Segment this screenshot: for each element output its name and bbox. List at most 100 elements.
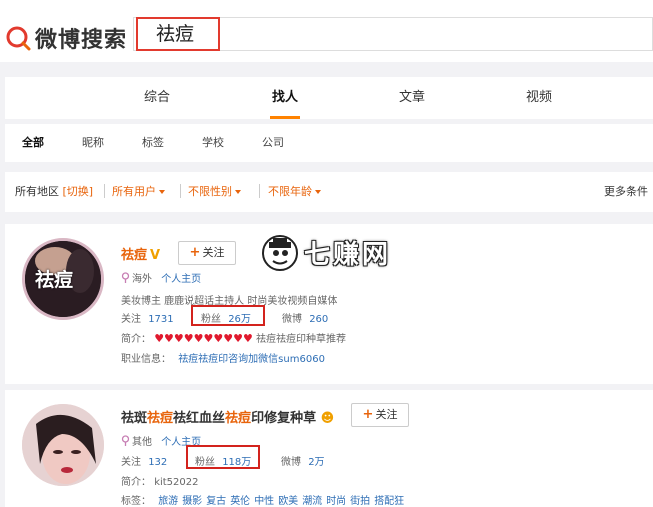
subtab-company[interactable]: 公司 bbox=[262, 124, 284, 162]
tag-link[interactable]: 潮流 bbox=[302, 496, 322, 507]
user-name-part: 印修复种草 bbox=[251, 411, 317, 426]
weibo-count[interactable]: 微博 260 bbox=[282, 310, 328, 325]
active-tab-indicator bbox=[270, 116, 300, 119]
follow-button[interactable]: + 关注 bbox=[178, 241, 236, 265]
result-type-tabs bbox=[5, 77, 653, 119]
fans-count[interactable]: 粉丝 26万 bbox=[201, 310, 251, 325]
weibo-search-logo[interactable]: 微博搜索 bbox=[5, 22, 127, 54]
intro-label: 简介： bbox=[121, 334, 151, 345]
weibo-count-value: 2万 bbox=[308, 457, 325, 468]
tag-link[interactable]: 摄影 bbox=[182, 496, 202, 507]
homepage-link[interactable]: 个人主页 bbox=[161, 274, 201, 285]
tab-people[interactable]: 找人 bbox=[272, 77, 298, 119]
logo-text: 微博搜索 bbox=[35, 28, 128, 53]
location-pin-icon bbox=[121, 435, 130, 446]
region-filter: 所有地区 [切换] bbox=[15, 172, 93, 212]
weibo-count-value: 260 bbox=[309, 314, 329, 325]
caret-down-icon bbox=[315, 190, 321, 194]
subtab-school[interactable]: 学校 bbox=[202, 124, 224, 162]
job-text: 祛痘祛痘印咨询加微信sum6060 bbox=[178, 354, 325, 365]
follow-count[interactable]: 关注 1731 bbox=[121, 310, 174, 325]
follow-button-label: 关注 bbox=[202, 246, 225, 259]
user-name-text: 祛痘 bbox=[121, 248, 148, 263]
region-switch-link[interactable]: [切换] bbox=[63, 185, 94, 198]
tags-label: 标签： bbox=[121, 496, 151, 507]
plus-icon: + bbox=[362, 407, 374, 422]
intro-text: 祛痘祛痘印种草推荐 bbox=[256, 334, 346, 345]
divider bbox=[259, 184, 260, 198]
intro-label: 简介： bbox=[121, 477, 151, 488]
subtab-all[interactable]: 全部 bbox=[22, 124, 44, 162]
follow-count-label: 关注 bbox=[121, 314, 141, 325]
subtab-tag[interactable]: 标签 bbox=[142, 124, 164, 162]
caret-down-icon bbox=[235, 190, 241, 194]
tag-link[interactable]: 中性 bbox=[254, 496, 274, 507]
tab-articles[interactable]: 文章 bbox=[399, 77, 425, 119]
hearts-emoji-row: ♥♥♥♥♥♥♥♥♥♥ bbox=[154, 332, 253, 345]
tag-link[interactable]: 旅游 bbox=[158, 496, 178, 507]
watermark-mascot-icon bbox=[262, 234, 298, 271]
gender-filter-label: 不限性别 bbox=[188, 185, 232, 198]
hearts-text: ♥♥♥♥♥♥♥♥♥♥ bbox=[154, 332, 253, 345]
tag-link[interactable]: 英伦 bbox=[230, 496, 250, 507]
avatar[interactable] bbox=[22, 404, 104, 486]
intro-text: kit52022 bbox=[154, 477, 199, 488]
plus-icon: + bbox=[189, 245, 201, 260]
search-logo-icon bbox=[5, 25, 31, 51]
users-filter-dropdown[interactable]: 所有用户 bbox=[112, 172, 165, 212]
fans-count-value: 118万 bbox=[222, 457, 252, 468]
age-filter-dropdown[interactable]: 不限年龄 bbox=[268, 172, 321, 212]
follow-count[interactable]: 关注 132 bbox=[121, 453, 167, 468]
watermark-text: 七赚网 bbox=[304, 240, 392, 270]
follow-count-value: 132 bbox=[148, 457, 168, 468]
follow-count-label: 关注 bbox=[121, 457, 141, 468]
location-pin-icon bbox=[121, 272, 130, 283]
follow-button-label: 关注 bbox=[375, 408, 398, 421]
avatar[interactable]: 祛痘 bbox=[22, 238, 104, 320]
tag-link[interactable]: 复古 bbox=[206, 496, 226, 507]
gender-filter-dropdown[interactable]: 不限性别 bbox=[188, 172, 241, 212]
location-line: 海外 个人主页 bbox=[121, 270, 201, 285]
subtab-nickname[interactable]: 昵称 bbox=[82, 124, 104, 162]
caret-down-icon bbox=[159, 190, 165, 194]
fans-count[interactable]: 粉丝 118万 bbox=[195, 453, 251, 468]
fans-count-value: 26万 bbox=[228, 314, 251, 325]
watermark: 七赚网 bbox=[262, 234, 391, 271]
tab-videos[interactable]: 视频 bbox=[526, 77, 552, 119]
job-label: 职业信息： bbox=[121, 354, 171, 365]
tab-general[interactable]: 综合 bbox=[144, 77, 170, 119]
intro-line: 简介： ♥♥♥♥♥♥♥♥♥♥ 祛痘祛痘印种草推荐 bbox=[121, 330, 346, 345]
region-label: 所有地区 bbox=[15, 185, 59, 198]
weibo-count[interactable]: 微博 2万 bbox=[281, 453, 325, 468]
tags-line: 标签： 旅游 摄影 复古 英伦 中性 欧美 潮流 时尚 街拍 搭配狂 bbox=[121, 492, 404, 507]
emoji-icon: ☻ bbox=[320, 411, 335, 426]
divider bbox=[104, 184, 105, 198]
follow-button[interactable]: + 关注 bbox=[351, 403, 409, 427]
verified-v-icon: V bbox=[150, 248, 161, 263]
tags-list: 旅游 摄影 复古 英伦 中性 欧美 潮流 时尚 街拍 搭配狂 bbox=[154, 496, 404, 507]
location-text: 海外 bbox=[132, 274, 152, 285]
fans-count-label: 粉丝 bbox=[201, 314, 221, 325]
intro-line: 简介： kit52022 bbox=[121, 473, 199, 488]
job-line: 职业信息： 祛痘祛痘印咨询加微信sum6060 bbox=[121, 350, 325, 365]
tag-link[interactable]: 欧美 bbox=[278, 496, 298, 507]
tag-link[interactable]: 搭配狂 bbox=[374, 496, 404, 507]
user-name-part: 祛红血丝 bbox=[173, 411, 226, 426]
more-conditions-link[interactable]: 更多条件 bbox=[604, 172, 648, 212]
filter-bar bbox=[5, 172, 653, 212]
user-name-part: 祛斑 bbox=[121, 411, 148, 426]
tag-link[interactable]: 街拍 bbox=[350, 496, 370, 507]
age-filter-label: 不限年龄 bbox=[268, 185, 312, 198]
user-name-highlight: 祛痘 bbox=[225, 411, 252, 426]
weibo-count-label: 微博 bbox=[282, 314, 302, 325]
search-query-value[interactable]: 祛痘 bbox=[136, 17, 220, 51]
user-name[interactable]: 祛痘 V bbox=[121, 244, 160, 263]
location-text: 其他 bbox=[132, 437, 152, 448]
tag-link[interactable]: 时尚 bbox=[326, 496, 346, 507]
user-name-highlight: 祛痘 bbox=[147, 411, 174, 426]
user-name[interactable]: 祛斑祛痘祛红血丝祛痘印修复种草 ☻ bbox=[121, 407, 334, 426]
avatar-text: 祛痘 bbox=[35, 269, 74, 291]
follow-count-value: 1731 bbox=[148, 314, 174, 325]
divider bbox=[180, 184, 181, 198]
weibo-count-label: 微博 bbox=[281, 457, 301, 468]
